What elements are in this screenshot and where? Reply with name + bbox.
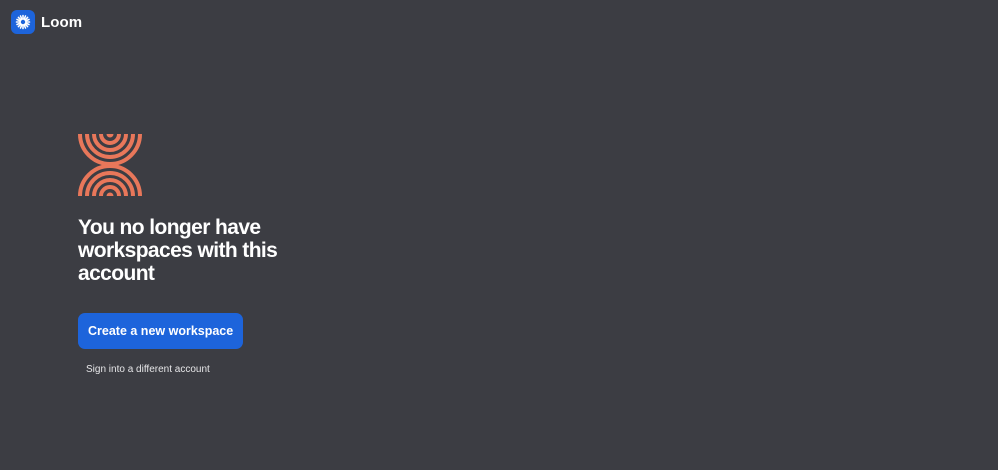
concentric-arches-illustration bbox=[78, 134, 142, 196]
page-title: You no longer have workspaces with this … bbox=[78, 216, 278, 285]
brand-name: Loom bbox=[41, 13, 83, 31]
loom-logo-icon[interactable] bbox=[11, 10, 35, 34]
empty-workspace-panel: You no longer have workspaces with this … bbox=[78, 134, 338, 377]
create-workspace-button[interactable]: Create a new workspace bbox=[78, 313, 244, 349]
app-header: Loom bbox=[11, 10, 82, 34]
sign-in-different-account-link[interactable]: Sign into a different account bbox=[86, 364, 210, 375]
